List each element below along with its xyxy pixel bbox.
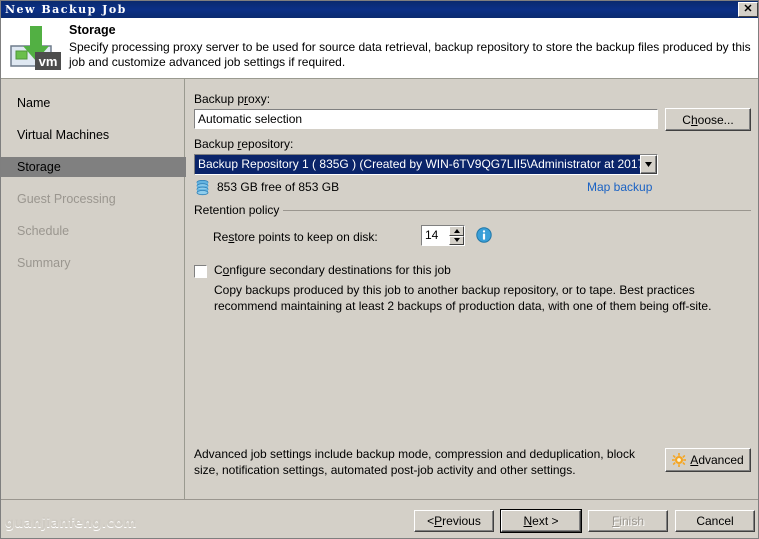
button-label: ext > (532, 514, 559, 528)
button-accel: F (611, 514, 620, 528)
sidebar-item-label: Summary (17, 256, 71, 270)
previous-button[interactable]: < Previous (414, 510, 494, 532)
sidebar-item-label: Storage (17, 160, 61, 174)
sidebar-item-virtual-machines[interactable]: Virtual Machines (1, 125, 184, 145)
stepper-buttons (449, 226, 464, 245)
label-text: nfigure secondary destinations for this … (229, 263, 451, 277)
cancel-button[interactable]: Cancel (675, 510, 755, 532)
backup-repository-combobox[interactable]: Backup Repository 1 ( 835G ) (Created by… (193, 153, 659, 176)
button-accel: N (523, 514, 533, 528)
sidebar-item-storage[interactable]: Storage (1, 157, 200, 177)
label-text: Backup p (194, 92, 245, 106)
stepper-down-icon[interactable] (449, 235, 464, 245)
wizard-steps-sidebar: Name Virtual Machines Storage Guest Proc… (1, 79, 200, 499)
sidebar-item-label: Virtual Machines (17, 128, 110, 142)
stepper-up-icon[interactable] (449, 226, 464, 236)
svg-text:vm: vm (39, 54, 58, 69)
repository-free-space-row: 853 GB free of 853 GB Map backup (194, 179, 658, 197)
map-backup-link[interactable]: Map backup (587, 180, 652, 194)
label-text: epository: (241, 137, 294, 151)
wizard-header: vm Storage Specify processing proxy serv… (1, 18, 758, 79)
backup-repository-label: Backup repository: (194, 137, 293, 151)
window-title: New Backup Job (5, 3, 127, 16)
configure-secondary-destinations-checkbox[interactable] (193, 264, 208, 279)
new-backup-job-dialog: New Backup Job ✕ vm Storage Specify proc… (0, 0, 759, 539)
disk-stack-icon (196, 179, 209, 199)
gear-icon (672, 453, 687, 467)
label-text: Backup (194, 137, 238, 151)
footer-divider (1, 499, 758, 500)
sidebar-item-summary[interactable]: Summary (1, 253, 184, 273)
label-text: oxy: (248, 92, 271, 106)
button-label: Cancel (696, 514, 734, 528)
finish-button: Finish (588, 510, 668, 532)
backup-proxy-label: Backup proxy: (194, 92, 270, 106)
sidebar-item-name[interactable]: Name (1, 93, 184, 113)
button-accel: h (690, 112, 698, 127)
info-icon[interactable] (476, 227, 492, 243)
free-space-text: 853 GB free of 853 GB (217, 180, 340, 194)
title-bar: New Backup Job ✕ (1, 1, 758, 18)
sidebar-item-guest-processing[interactable]: Guest Processing (1, 189, 184, 209)
label-text: C (214, 263, 223, 277)
backup-repository-value: Backup Repository 1 ( 835G ) (Created by… (195, 155, 640, 174)
chevron-down-icon[interactable] (640, 155, 657, 174)
button-label: < (427, 514, 435, 528)
restore-points-value[interactable]: 14 (422, 226, 449, 245)
sidebar-item-label: Schedule (17, 224, 70, 238)
retention-group-label: Retention policy (194, 203, 284, 217)
button-label: inish (619, 514, 645, 528)
button-label: oose... (697, 112, 734, 127)
close-icon[interactable]: ✕ (738, 2, 758, 17)
label-text: tore points to keep on disk: (234, 230, 378, 244)
page-description: Specify processing proxy server to be us… (69, 40, 751, 69)
page-title: Storage (69, 23, 116, 37)
sidebar-item-label: Name (17, 96, 51, 110)
sidebar-item-label: Guest Processing (17, 192, 116, 206)
button-label: revious (442, 514, 481, 528)
vm-backup-icon: vm (9, 24, 63, 74)
button-accel: P (434, 514, 443, 528)
backup-proxy-input[interactable]: Automatic selection (193, 108, 659, 130)
configure-secondary-destinations-label[interactable]: Configure secondary destinations for thi… (214, 263, 451, 277)
button-label: C (682, 112, 691, 127)
restore-points-stepper[interactable]: 14 (420, 224, 466, 247)
storage-settings-panel: Backup proxy: Automatic selection Ch oose… (186, 79, 758, 499)
button-label: dvanced (698, 453, 744, 467)
advanced-settings-description: Advanced job settings include backup mod… (194, 447, 635, 477)
label-text: Re (213, 230, 229, 244)
advanced-button[interactable]: Advanced (665, 448, 751, 472)
choose-button[interactable]: Ch oose... (665, 108, 751, 131)
restore-points-label: Restore points to keep on disk: (213, 230, 378, 244)
configure-secondary-destinations-description: Copy backups produced by this job to ano… (214, 283, 712, 313)
watermark: guanjianfeng.com (5, 516, 137, 531)
sidebar-item-schedule[interactable]: Schedule (1, 221, 184, 241)
next-button[interactable]: Next > (500, 509, 582, 533)
